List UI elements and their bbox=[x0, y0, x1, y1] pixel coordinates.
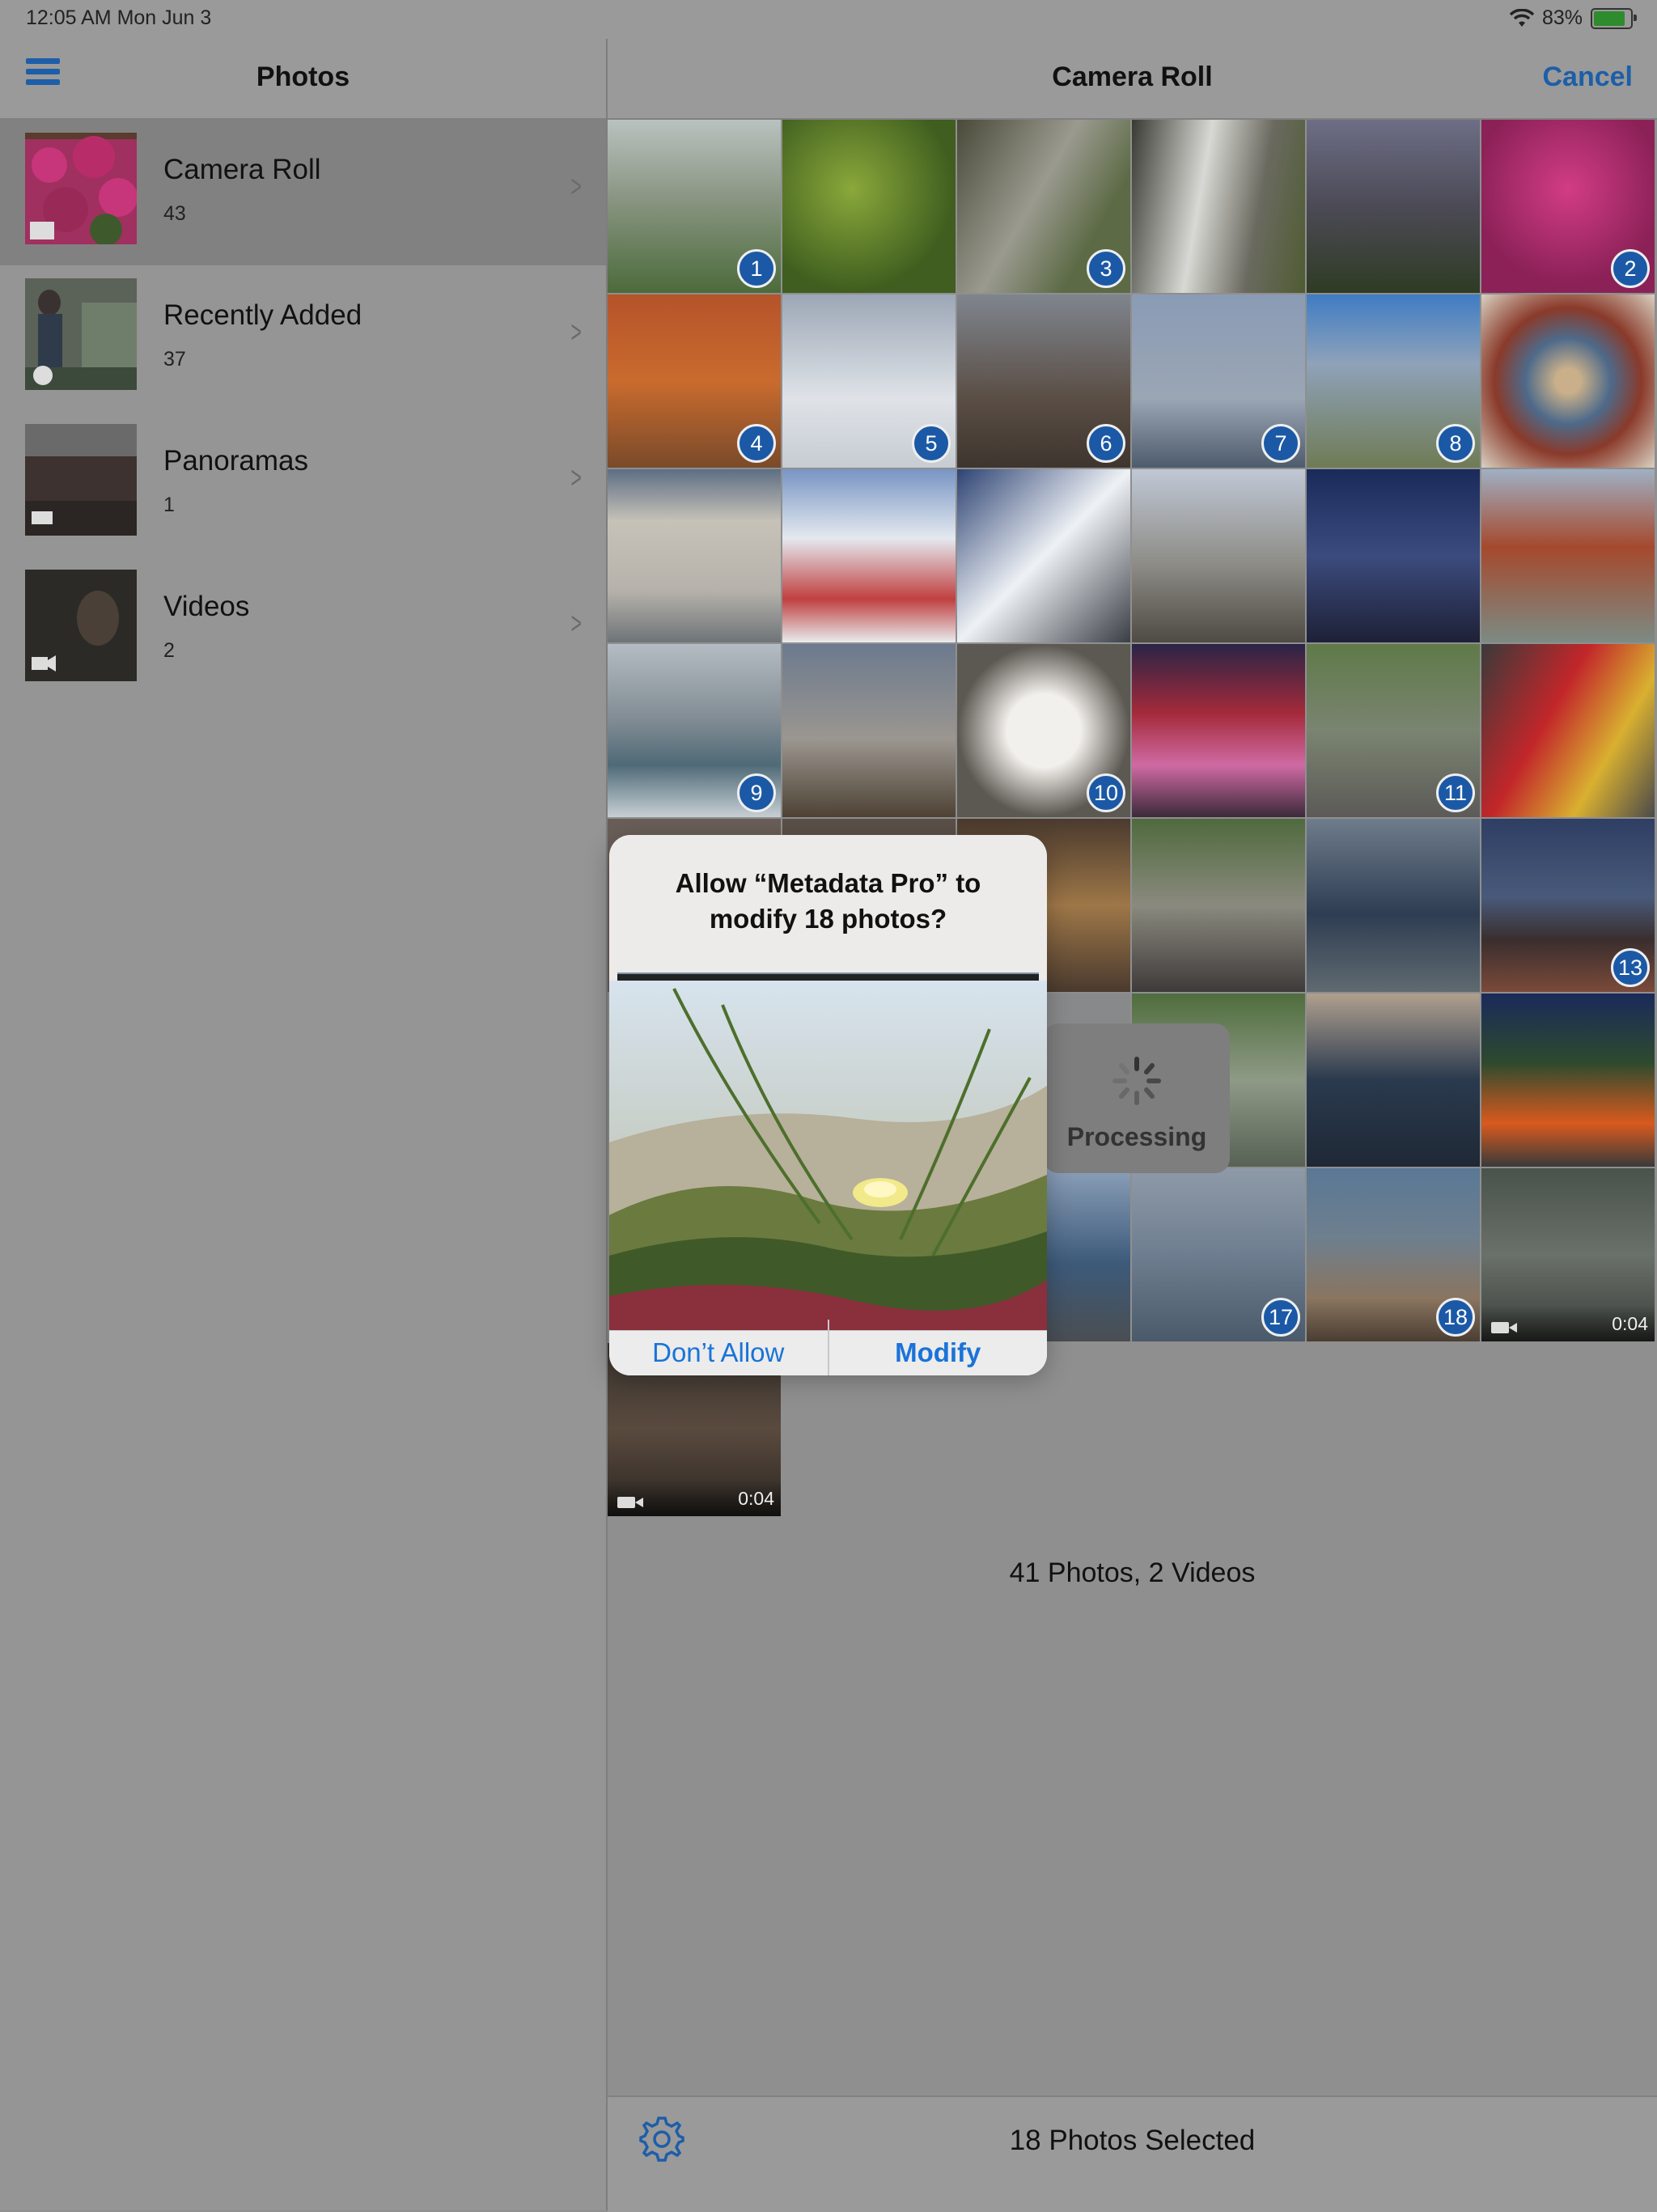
chevron-right-icon: > bbox=[570, 461, 582, 495]
video-camera-icon bbox=[617, 1497, 643, 1508]
photo-tile[interactable]: 3 bbox=[957, 120, 1130, 293]
selection-count: 18 Photos Selected bbox=[1009, 2125, 1256, 2156]
selection-badge: 13 bbox=[1611, 948, 1650, 987]
status-time: 12:05 AM Mon Jun 3 bbox=[26, 6, 212, 29]
album-thumbnail bbox=[25, 133, 137, 244]
spinner-icon bbox=[1112, 1057, 1161, 1105]
clock-icon bbox=[33, 366, 53, 385]
selection-badge: 10 bbox=[1087, 773, 1125, 812]
photo-tile[interactable] bbox=[1481, 295, 1655, 468]
wifi-icon bbox=[1509, 8, 1534, 27]
photo-tile[interactable]: 7 bbox=[1132, 295, 1305, 468]
photo-tile[interactable]: 2 bbox=[1481, 120, 1655, 293]
photo-tile[interactable] bbox=[782, 469, 956, 642]
alert-title: Allow “Metadata Pro” to modify 18 photos… bbox=[675, 868, 981, 934]
photo-tile[interactable]: 17 bbox=[1132, 1168, 1305, 1341]
selection-badge: 11 bbox=[1436, 773, 1475, 812]
album-count: 37 bbox=[163, 348, 186, 371]
status-indicators: 83% bbox=[1509, 6, 1637, 30]
permission-alert: Allow “Metadata Pro” to modify 18 photos… bbox=[609, 835, 1047, 1375]
album-count: 2 bbox=[163, 639, 175, 662]
selection-badge: 2 bbox=[1611, 249, 1650, 288]
sidebar-item-camera-roll[interactable]: Camera Roll 43 > bbox=[0, 120, 606, 265]
selection-badge: 9 bbox=[737, 773, 776, 812]
sidebar-title: Photos bbox=[256, 61, 350, 92]
photo-tile[interactable]: 6 bbox=[957, 295, 1130, 468]
video-duration: 0:04 bbox=[738, 1488, 774, 1509]
photo-tile[interactable] bbox=[1132, 469, 1305, 642]
photo-tile[interactable]: 1 bbox=[608, 120, 781, 293]
modify-button[interactable]: Modify bbox=[829, 1320, 1048, 1375]
selection-badge: 4 bbox=[737, 424, 776, 463]
alert-button-bar: Don’t Allow Modify bbox=[609, 1320, 1047, 1375]
photo-tile[interactable] bbox=[1481, 644, 1655, 817]
album-name: Videos bbox=[163, 591, 250, 622]
album-count: 1 bbox=[163, 494, 175, 516]
main-header: Camera Roll Cancel bbox=[608, 39, 1657, 120]
photo-tile[interactable]: 8 bbox=[1307, 295, 1480, 468]
photo-tile[interactable] bbox=[957, 469, 1130, 642]
sidebar-item-recently-added[interactable]: Recently Added 37 > bbox=[0, 265, 606, 411]
photo-tile[interactable] bbox=[1307, 120, 1480, 293]
sidebar-header: Photos bbox=[0, 39, 606, 120]
status-bar: 12:05 AM Mon Jun 3 83% bbox=[0, 0, 1657, 39]
photo-tile[interactable]: 18 bbox=[1307, 1168, 1480, 1341]
photo-tile[interactable] bbox=[1307, 819, 1480, 992]
selection-badge: 17 bbox=[1261, 1298, 1300, 1337]
sidebar-item-panoramas[interactable]: Panoramas 1 > bbox=[0, 411, 606, 557]
video-tile[interactable]: 0:04 bbox=[1481, 1168, 1655, 1341]
grid-summary: 41 Photos, 2 Videos bbox=[1009, 1557, 1256, 1588]
bottom-toolbar: 18 Photos Selected bbox=[608, 2095, 1657, 2212]
photo-tile[interactable] bbox=[1132, 644, 1305, 817]
album-thumbnail bbox=[25, 570, 137, 681]
selection-badge: 6 bbox=[1087, 424, 1125, 463]
chevron-right-icon: > bbox=[570, 607, 582, 641]
photo-tile[interactable] bbox=[1132, 819, 1305, 992]
battery-icon bbox=[1591, 7, 1637, 29]
alert-preview-strip bbox=[617, 973, 1039, 981]
battery-percent: 83% bbox=[1541, 6, 1583, 29]
alert-preview-image bbox=[609, 981, 1047, 1330]
photo-tile[interactable] bbox=[782, 644, 956, 817]
photo-tile[interactable] bbox=[1132, 120, 1305, 293]
photo-tile[interactable] bbox=[1481, 469, 1655, 642]
photo-tile[interactable]: 5 bbox=[782, 295, 956, 468]
video-duration: 0:04 bbox=[1612, 1313, 1648, 1334]
selection-badge: 8 bbox=[1436, 424, 1475, 463]
video-icon bbox=[32, 657, 48, 670]
chevron-right-icon: > bbox=[570, 170, 582, 204]
album-name: Camera Roll bbox=[163, 154, 321, 185]
photo-tile[interactable] bbox=[608, 469, 781, 642]
photo-tile[interactable] bbox=[1307, 469, 1480, 642]
photo-tile[interactable]: 4 bbox=[608, 295, 781, 468]
album-thumbnail bbox=[25, 278, 137, 390]
page-title: Camera Roll bbox=[1052, 61, 1213, 92]
selection-badge: 1 bbox=[737, 249, 776, 288]
cancel-button[interactable]: Cancel bbox=[1543, 61, 1634, 93]
photo-tile[interactable]: 11 bbox=[1307, 644, 1480, 817]
selection-badge: 5 bbox=[912, 424, 951, 463]
panorama-icon bbox=[32, 511, 53, 524]
selection-badge: 7 bbox=[1261, 424, 1300, 463]
photo-tile[interactable]: 9 bbox=[608, 644, 781, 817]
photo-tile[interactable]: 13 bbox=[1481, 819, 1655, 992]
selection-badge: 18 bbox=[1436, 1298, 1475, 1337]
processing-indicator: Processing bbox=[1044, 1023, 1230, 1173]
stack-icon bbox=[30, 222, 54, 239]
sidebar-item-videos[interactable]: Videos 2 > bbox=[0, 557, 606, 702]
dont-allow-button[interactable]: Don’t Allow bbox=[609, 1320, 829, 1375]
photo-tile[interactable] bbox=[1307, 994, 1480, 1167]
album-thumbnail bbox=[25, 424, 137, 536]
album-count: 43 bbox=[163, 202, 186, 225]
selection-badge: 3 bbox=[1087, 249, 1125, 288]
video-camera-icon bbox=[1491, 1322, 1517, 1333]
photo-tile[interactable]: 10 bbox=[957, 644, 1130, 817]
photo-tile[interactable] bbox=[782, 120, 956, 293]
chevron-right-icon: > bbox=[570, 316, 582, 350]
album-name: Recently Added bbox=[163, 299, 362, 331]
photo-tile[interactable] bbox=[1481, 994, 1655, 1167]
album-name: Panoramas bbox=[163, 445, 308, 477]
processing-label: Processing bbox=[1066, 1122, 1207, 1151]
sidebar: Photos Camera Roll 43 > Recently Added 3… bbox=[0, 0, 608, 2210]
